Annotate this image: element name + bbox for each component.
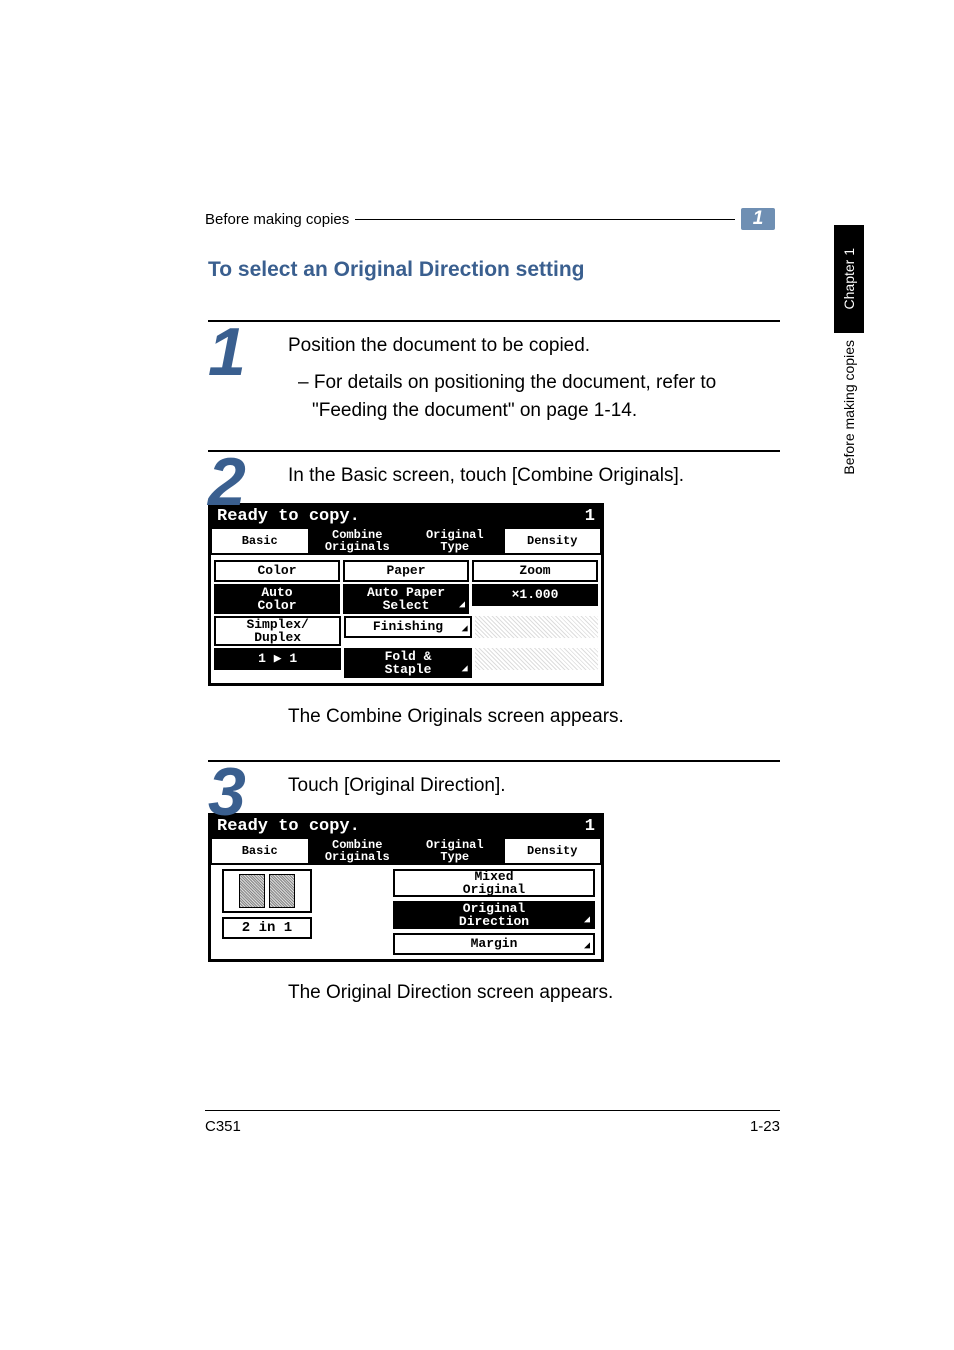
lcd1-tab-density[interactable]: Density — [503, 527, 603, 555]
step-2: 2 In the Basic screen, touch [Combine Or… — [208, 450, 780, 728]
lcd2-2in1-button[interactable]: 2 in 1 — [222, 917, 312, 939]
header-rule — [355, 219, 735, 220]
lcd1-empty-cell — [475, 616, 598, 638]
step-1-line: Position the document to be copied. — [288, 332, 780, 361]
step-number-2: 2 — [208, 448, 244, 516]
sidebar-chapter-label: Chapter 1 — [841, 248, 857, 309]
lcd2-margin-button[interactable]: Margin◢ — [393, 933, 595, 955]
step-1: 1 Position the document to be copied. – … — [208, 320, 780, 426]
lcd2-title-right: 1 — [585, 817, 595, 836]
page-icon — [239, 874, 265, 908]
footer-page-number: 1-23 — [750, 1118, 780, 1135]
step-2-line: In the Basic screen, touch [Combine Orig… — [288, 462, 780, 491]
lcd2-tab-original-type[interactable]: Original Type — [405, 837, 505, 865]
lcd1-tab-basic[interactable]: Basic — [210, 527, 310, 555]
step-number-1: 1 — [208, 318, 244, 386]
lcd-screenshot-basic: Ready to copy. 1 Basic Combine Originals… — [208, 503, 780, 686]
footer-rule — [205, 1110, 780, 1111]
chapter-badge: 1 — [741, 208, 775, 230]
lcd1-zoom-value[interactable]: ×1.000 — [472, 584, 598, 606]
lcd1-zoom-header[interactable]: Zoom — [472, 560, 598, 582]
lcd2-tab-basic[interactable]: Basic — [210, 837, 310, 865]
header-text: Before making copies — [205, 211, 349, 228]
lcd2-tabs: Basic Combine Originals Original Type De… — [211, 837, 601, 865]
lcd2-titlebar: Ready to copy. 1 — [211, 816, 601, 837]
lcd1-tabs: Basic Combine Originals Original Type De… — [211, 527, 601, 555]
lcd2-original-direction-button[interactable]: Original Direction◢ — [393, 901, 595, 929]
corner-icon: ◢ — [459, 601, 465, 611]
lcd1-finishing-header[interactable]: Finishing◢ — [344, 616, 471, 638]
corner-icon: ◢ — [462, 625, 468, 635]
lcd2-2in1-thumbnail — [222, 869, 312, 913]
step-number-3: 3 — [208, 758, 244, 826]
lcd1-simplex-value[interactable]: 1 ▶ 1 — [214, 648, 341, 670]
page-header: Before making copies 1 — [205, 208, 775, 230]
step-3-after: The Original Direction screen appears. — [288, 982, 780, 1004]
page-icon — [269, 874, 295, 908]
lcd1-color-header[interactable]: Color — [214, 560, 340, 582]
step-1-sub: – For details on positioning the documen… — [298, 369, 780, 426]
lcd1-empty-cell — [475, 648, 598, 670]
footer-model: C351 — [205, 1118, 241, 1135]
lcd1-tab-combine-originals[interactable]: Combine Originals — [308, 527, 408, 555]
lcd1-title-right: 1 — [585, 507, 595, 526]
lcd1-color-value[interactable]: Auto Color — [214, 584, 340, 614]
sidebar-section-text: Before making copies — [841, 340, 857, 475]
lcd1-grid: Color Paper Zoom Auto Color Auto Paper S… — [211, 555, 601, 683]
lcd1-fold-staple[interactable]: Fold & Staple◢ — [344, 648, 471, 678]
lcd1-tab-original-type[interactable]: Original Type — [405, 527, 505, 555]
lcd1-paper-header[interactable]: Paper — [343, 560, 469, 582]
step-3: 3 Touch [Original Direction]. Ready to c… — [208, 760, 780, 1004]
lcd2-mixed-original-button[interactable]: Mixed Original — [393, 869, 595, 897]
lcd2-body: 2 in 1 Mixed Original Original Direction… — [211, 865, 601, 959]
corner-icon: ◢ — [584, 942, 590, 952]
lcd1-simplex-duplex-header[interactable]: Simplex/ Duplex — [214, 616, 341, 646]
step-3-line: Touch [Original Direction]. — [288, 772, 780, 801]
sidebar-chapter-tab: Chapter 1 — [834, 225, 864, 333]
corner-icon: ◢ — [584, 916, 590, 926]
lcd1-paper-value[interactable]: Auto Paper Select◢ — [343, 584, 469, 614]
lcd-screenshot-combine-originals: Ready to copy. 1 Basic Combine Originals… — [208, 813, 780, 962]
corner-icon: ◢ — [462, 665, 468, 675]
lcd2-tab-combine-originals[interactable]: Combine Originals — [308, 837, 408, 865]
lcd2-tab-density[interactable]: Density — [503, 837, 603, 865]
lcd1-titlebar: Ready to copy. 1 — [211, 506, 601, 527]
section-title: To select an Original Direction setting — [208, 258, 585, 282]
sidebar-section-label: Before making copies — [834, 340, 864, 475]
step-2-after: The Combine Originals screen appears. — [288, 706, 780, 728]
